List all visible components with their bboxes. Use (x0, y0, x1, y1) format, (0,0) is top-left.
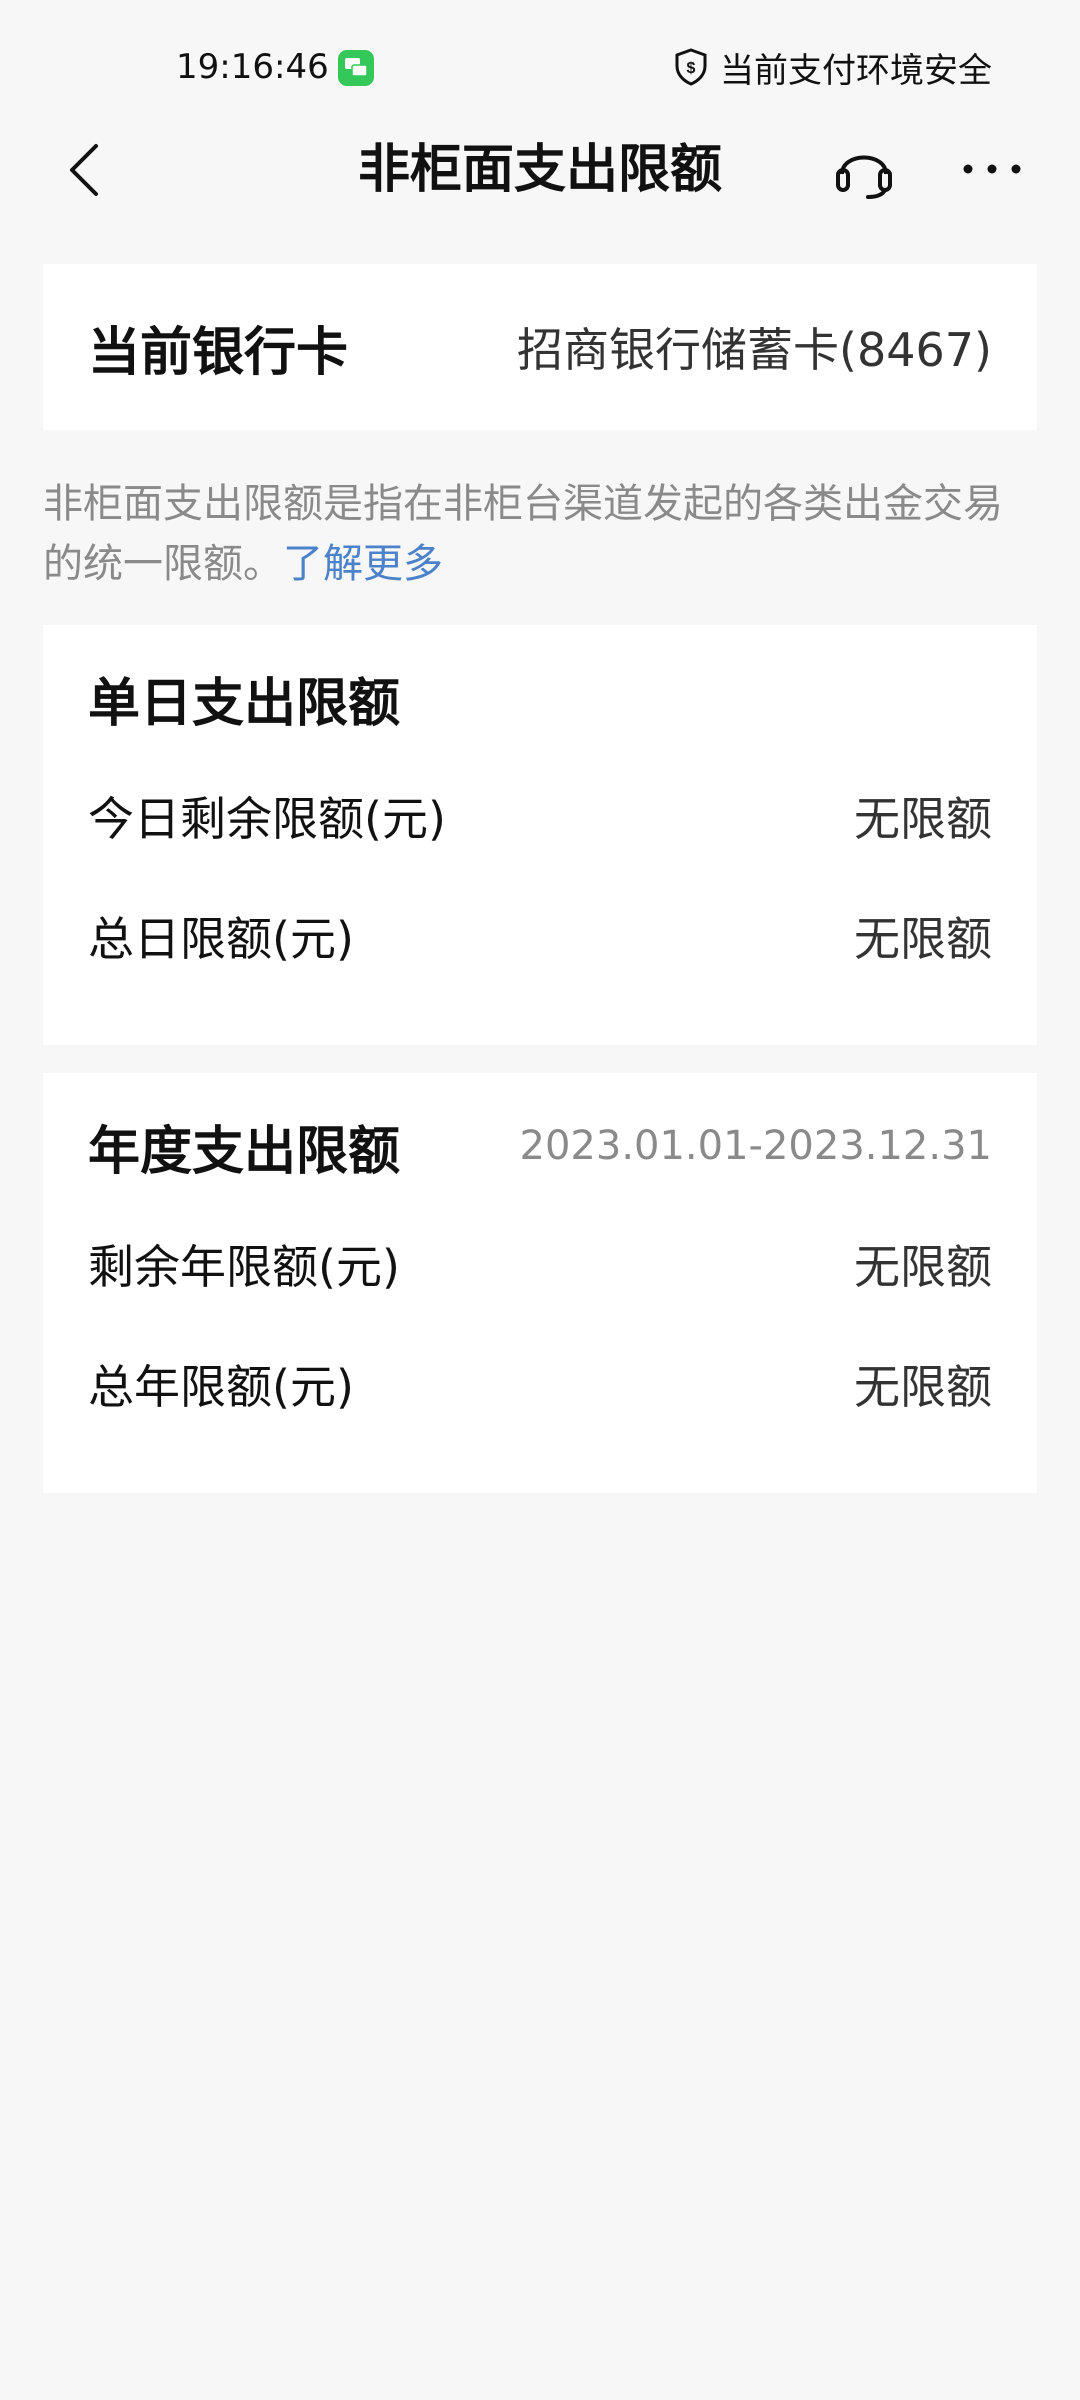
row-label: 剩余年限额(元) (88, 1240, 400, 1294)
annual-limit-title: 年度支出限额 (88, 1121, 401, 1182)
nav-bar: 非柜面支出限额 (0, 120, 1080, 220)
shield-icon: $ (675, 48, 707, 86)
svg-text:$: $ (687, 60, 696, 77)
security-text: 当前支付环境安全 (720, 50, 992, 91)
row-value: 无限额 (854, 912, 992, 966)
annual-limit-period: 2023.01.01-2023.12.31 (519, 1123, 992, 1169)
current-card-value: 招商银行储蓄卡(8467) (517, 323, 992, 377)
page-title: 非柜面支出限额 (357, 140, 722, 200)
current-card-label: 当前银行卡 (88, 322, 349, 383)
daily-limit-card: 单日支出限额 今日剩余限额(元) 无限额 总日限额(元) 无限额 (43, 625, 1037, 1045)
headset-icon[interactable] (832, 138, 896, 202)
status-time: 19:16:46 (176, 47, 329, 87)
daily-total-row: 总日限额(元) 无限额 (88, 905, 992, 967)
row-label: 总年限额(元) (88, 1360, 354, 1414)
annual-total-row: 总年限额(元) 无限额 (88, 1353, 992, 1415)
row-label: 总日限额(元) (88, 912, 354, 966)
status-bar: 19:16:46 $ 当前支付环境安全 (0, 0, 1080, 120)
annual-limit-card: 年度支出限额 2023.01.01-2023.12.31 剩余年限额(元) 无限… (43, 1073, 1037, 1493)
current-card-section[interactable]: 当前银行卡 招商银行储蓄卡(8467) (43, 264, 1037, 430)
daily-limit-title: 单日支出限额 (88, 673, 401, 734)
learn-more-link[interactable]: 了解更多 (283, 541, 443, 587)
more-icon[interactable] (960, 154, 1024, 184)
security-indicator: $ 当前支付环境安全 (674, 46, 992, 91)
row-label: 今日剩余限额(元) (88, 792, 446, 846)
row-value: 无限额 (854, 792, 992, 846)
message-icon (338, 50, 374, 86)
daily-remaining-row: 今日剩余限额(元) 无限额 (88, 785, 992, 847)
limit-description: 非柜面支出限额是指在非柜台渠道发起的各类出金交易的统一限额。了解更多 (43, 474, 1037, 594)
annual-remaining-row: 剩余年限额(元) 无限额 (88, 1233, 992, 1295)
row-value: 无限额 (854, 1240, 992, 1294)
description-text: 非柜面支出限额是指在非柜台渠道发起的各类出金交易的统一限额。 (43, 481, 1003, 587)
row-value: 无限额 (854, 1360, 992, 1414)
